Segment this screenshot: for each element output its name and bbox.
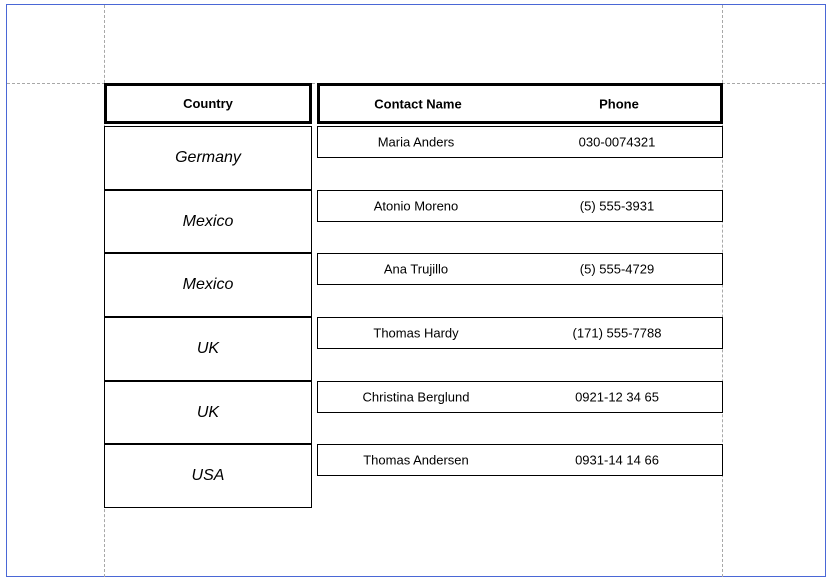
country-cell: USA [104,444,312,508]
contact-name-value: Thomas Andersen [363,452,469,468]
country-value: Mexico [182,276,234,293]
country-value: Mexico [182,212,234,230]
phone-value: 030-0074321 [578,134,656,150]
contact-name-header-label: Contact Name [374,96,462,111]
contact-row: Thomas Hardy (171) 555-7788 [317,317,723,349]
country-header: Country [104,83,312,124]
contact-row: Atonio Moreno (5) 555-3931 [317,190,723,222]
country-cell: Mexico [104,253,312,317]
contact-row: Maria Anders 030-0074321 [317,126,723,158]
country-cell: Mexico [104,190,312,253]
contact-header: Contact Name Phone [317,83,723,124]
contact-row: Christina Berglund 0921-12 34 65 [317,381,723,413]
phone-value: (5) 555-4729 [579,261,655,277]
country-cell: UK [104,381,312,444]
country-value: Germany [175,149,241,166]
contact-name-value: Atonio Moreno [373,198,459,214]
country-value: USA [191,467,225,484]
country-cell: UK [104,317,312,381]
country-cell: Germany [104,126,312,190]
contact-name-value: Ana Trujillo [383,261,449,277]
phone-value: 0931-14 14 66 [575,452,659,468]
phone-value: (171) 555-7788 [572,325,662,341]
contact-name-value: Christina Berglund [362,389,470,405]
contact-name-value: Maria Anders [377,134,455,150]
contact-row: Thomas Andersen 0931-14 14 66 [317,444,723,476]
country-value: UK [196,340,220,357]
phone-value: (5) 555-3931 [579,198,655,214]
phone-header-label: Phone [599,96,639,111]
contact-name-value: Thomas Hardy [373,325,459,341]
contact-row: Ana Trujillo (5) 555-4729 [317,253,723,285]
country-header-label: Country [183,96,233,111]
phone-value: 0921-12 34 65 [575,389,659,405]
country-value: UK [196,403,220,421]
